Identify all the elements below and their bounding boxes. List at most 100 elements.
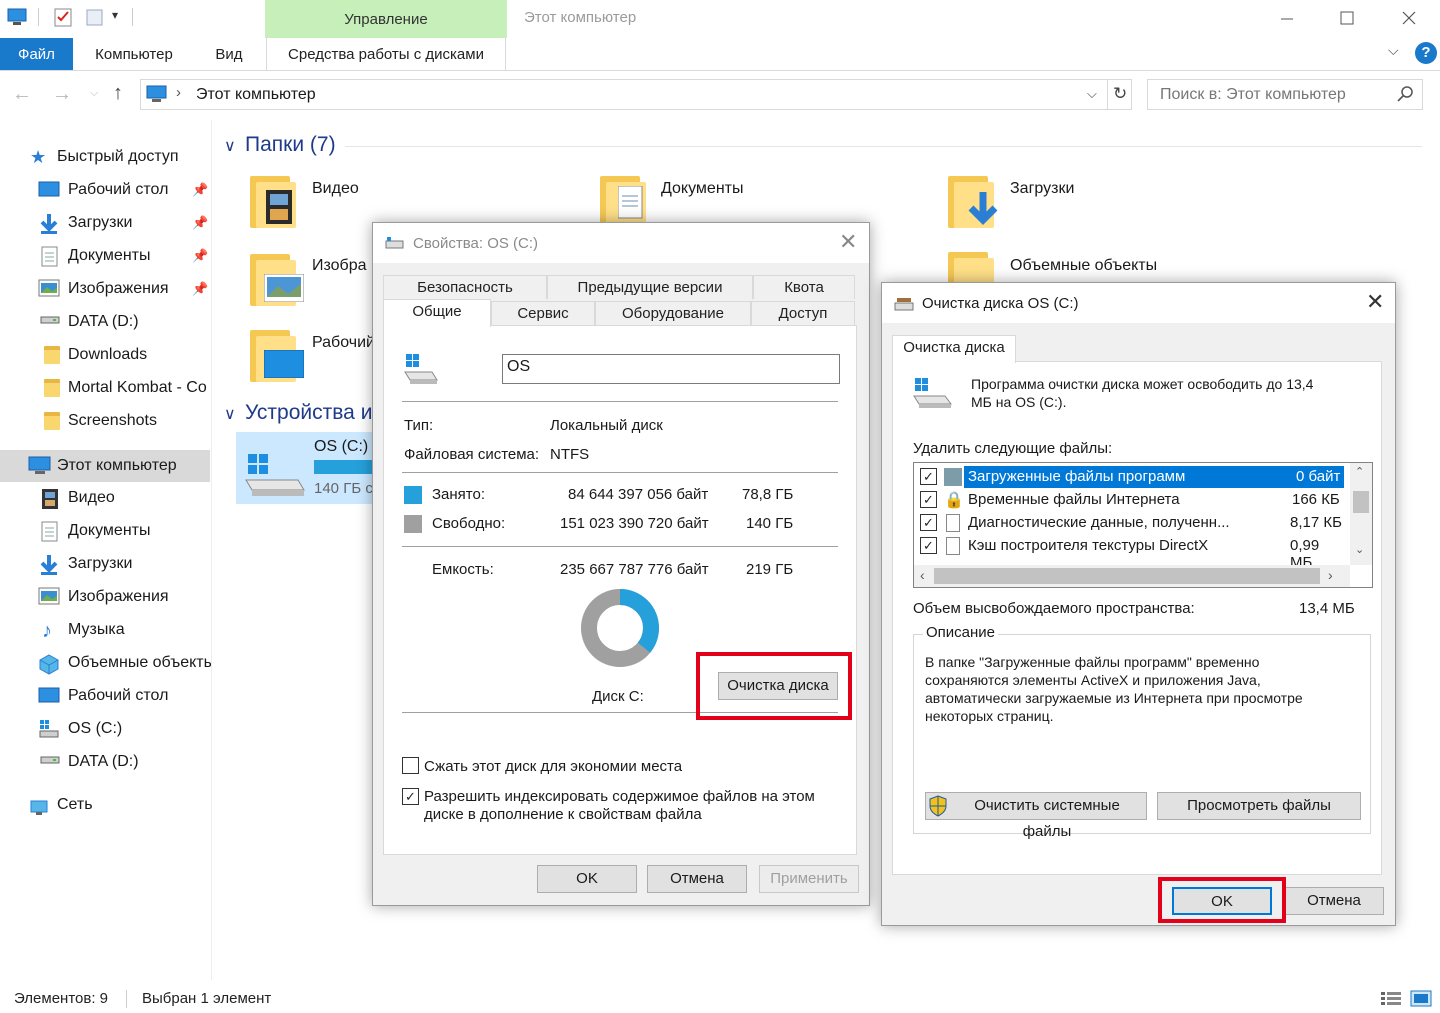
sidebar-item-this-pc[interactable]: Этот компьютер [0, 451, 211, 481]
scroll-left-icon[interactable]: ‹ [920, 567, 925, 583]
sidebar-item-os-c[interactable]: OS (C:) [0, 714, 211, 744]
sidebar-item-data-d-pc[interactable]: DATA (D:) [0, 747, 211, 777]
apply-button[interactable]: Применить [759, 865, 859, 893]
scrollbar-thumb[interactable] [1353, 491, 1369, 513]
devices-section-header[interactable]: Устройства и [245, 401, 372, 425]
sidebar-item-music[interactable]: ♪ Музыка [0, 615, 211, 645]
tab-disk-tools[interactable]: Средства работы с дисками [266, 38, 506, 70]
tiles-view-icon[interactable] [1410, 990, 1432, 1012]
sidebar-item-downloads-folder[interactable]: Downloads [0, 340, 211, 370]
tab-general[interactable]: Общие [383, 299, 491, 327]
search-icon[interactable] [1396, 84, 1414, 108]
chevron-down-icon[interactable]: ∨ [224, 136, 236, 156]
compress-checkbox[interactable] [402, 757, 419, 774]
folder-video-icon[interactable] [250, 172, 300, 228]
tab-file[interactable]: Файл [0, 38, 73, 70]
tab-security[interactable]: Безопасность [383, 275, 547, 299]
tab-service[interactable]: Сервис [491, 301, 595, 325]
index-checkbox[interactable]: ✓ [402, 788, 419, 805]
sidebar-item-desktop[interactable]: Рабочий стол 📌 [0, 175, 211, 205]
up-arrow-icon[interactable]: ↑ [113, 82, 123, 105]
pin-icon[interactable]: 📌 [192, 215, 208, 231]
folders-section-header[interactable]: Папки (7) [245, 133, 336, 157]
details-view-icon[interactable] [1380, 990, 1402, 1012]
scroll-up-icon[interactable]: ⌃ [1355, 465, 1364, 478]
recent-locations-icon[interactable]: ⌵ [90, 87, 98, 100]
properties-icon[interactable] [52, 6, 74, 28]
sidebar-item-network[interactable]: Сеть [0, 790, 211, 820]
ok-button[interactable]: OK [537, 865, 637, 893]
help-icon[interactable]: ? [1415, 42, 1437, 64]
sidebar-item-pictures[interactable]: Изображения 📌 [0, 274, 211, 304]
pin-icon[interactable]: 📌 [192, 248, 208, 264]
folder-label[interactable]: Изобра [312, 257, 367, 275]
folder-desktop-icon[interactable] [250, 326, 304, 382]
folder-label[interactable]: Объемные объекты [1010, 257, 1157, 275]
sidebar-item-downloads-pc[interactable]: Загрузки [0, 549, 211, 579]
vertical-scrollbar[interactable]: ⌃ ⌄ [1350, 463, 1372, 565]
list-item[interactable]: ✓ Загруженные файлы программ 0 байт [914, 466, 1344, 489]
horizontal-scrollbar[interactable]: ‹ › [914, 565, 1350, 587]
tab-hardware[interactable]: Оборудование [595, 301, 751, 325]
new-folder-icon[interactable] [84, 6, 106, 28]
sidebar-item-data-d[interactable]: DATA (D:) [0, 307, 211, 337]
folder-documents-icon[interactable] [600, 172, 650, 228]
chevron-down-icon[interactable]: ∨ [224, 404, 236, 424]
tab-previous-versions[interactable]: Предыдущие версии [547, 275, 753, 299]
address-dropdown-icon[interactable]: ⌵ [1087, 86, 1097, 102]
close-button[interactable] [1386, 4, 1432, 32]
folder-pictures-icon[interactable] [250, 250, 304, 306]
sidebar-item-pictures-pc[interactable]: Изображения [0, 582, 211, 612]
sidebar-item-documents[interactable]: Документы 📌 [0, 241, 211, 271]
close-icon[interactable]: ✕ [1366, 289, 1384, 315]
sidebar-item-desktop-pc[interactable]: Рабочий стол [0, 681, 211, 711]
view-files-button[interactable]: Просмотреть файлы [1157, 792, 1361, 820]
sidebar-item-documents-pc[interactable]: Документы [0, 516, 211, 546]
list-item[interactable]: ✓ Диагностические данные, полученн... 8,… [914, 512, 1344, 535]
search-box[interactable]: Поиск в: Этот компьютер [1147, 79, 1423, 110]
drive-tile-selected[interactable]: OS (C:) 140 ГБ с [236, 432, 376, 504]
clean-system-files-button[interactable]: Очистить системные файлы [925, 792, 1147, 840]
scroll-right-icon[interactable]: › [1328, 567, 1333, 583]
file-checkbox[interactable]: ✓ [920, 514, 937, 531]
close-icon[interactable]: ✕ [839, 229, 857, 255]
chevron-down-icon[interactable]: ⌵ [1388, 42, 1399, 59]
sidebar-item-screenshots[interactable]: Screenshots [0, 406, 211, 436]
scrollbar-thumb[interactable] [934, 568, 1320, 584]
files-list[interactable]: ✓ Загруженные файлы программ 0 байт ✓ 🔒 … [913, 462, 1373, 588]
tab-computer[interactable]: Компьютер [84, 38, 184, 70]
quick-access-dropdown-icon[interactable]: ▾ [112, 8, 118, 22]
list-item[interactable]: ✓ 🔒 Временные файлы Интернета 166 КБ [914, 489, 1344, 512]
sidebar-item-downloads[interactable]: Загрузки 📌 [0, 208, 211, 238]
drive-name-input[interactable]: OS [502, 354, 840, 384]
address-bar[interactable]: › Этот компьютер ⌵ ↻ [140, 79, 1132, 110]
refresh-icon[interactable]: ↻ [1113, 84, 1127, 104]
tab-quota[interactable]: Квота [753, 275, 855, 299]
back-arrow-icon[interactable]: ← [12, 83, 32, 106]
forward-arrow-icon[interactable]: → [52, 83, 72, 106]
folder-downloads-icon[interactable] [948, 172, 998, 228]
minimize-button[interactable] [1264, 4, 1310, 32]
sidebar-item-3d-objects[interactable]: Объемные объекты [0, 648, 211, 678]
scroll-down-icon[interactable]: ⌄ [1355, 543, 1364, 556]
sidebar-item-quick-access[interactable]: ★ Быстрый доступ [0, 142, 211, 172]
maximize-button[interactable] [1324, 4, 1370, 32]
search-input[interactable]: Поиск в: Этот компьютер [1160, 86, 1346, 104]
folder-label[interactable]: Видео [312, 180, 359, 198]
cancel-button[interactable]: Отмена [647, 865, 747, 893]
tab-disk-cleanup[interactable]: Очистка диска [892, 335, 1016, 363]
pin-icon[interactable]: 📌 [192, 182, 208, 198]
list-item[interactable]: ✓ Кэш построителя текстуры DirectX 0,99 … [914, 535, 1344, 571]
folder-label[interactable]: Рабочий [312, 334, 375, 352]
tab-view[interactable]: Вид [203, 38, 255, 70]
folder-label[interactable]: Загрузки [1010, 180, 1074, 198]
sidebar-item-video[interactable]: Видео [0, 483, 211, 513]
pin-icon[interactable]: 📌 [192, 281, 208, 297]
file-checkbox[interactable]: ✓ [920, 537, 937, 554]
folder-label[interactable]: Документы [661, 180, 743, 198]
file-checkbox[interactable]: ✓ [920, 468, 937, 485]
tab-sharing[interactable]: Доступ [751, 301, 855, 325]
sidebar-item-mortal-kombat[interactable]: Mortal Kombat - Co [0, 373, 211, 403]
file-checkbox[interactable]: ✓ [920, 491, 937, 508]
cancel-button[interactable]: Отмена [1284, 887, 1384, 915]
